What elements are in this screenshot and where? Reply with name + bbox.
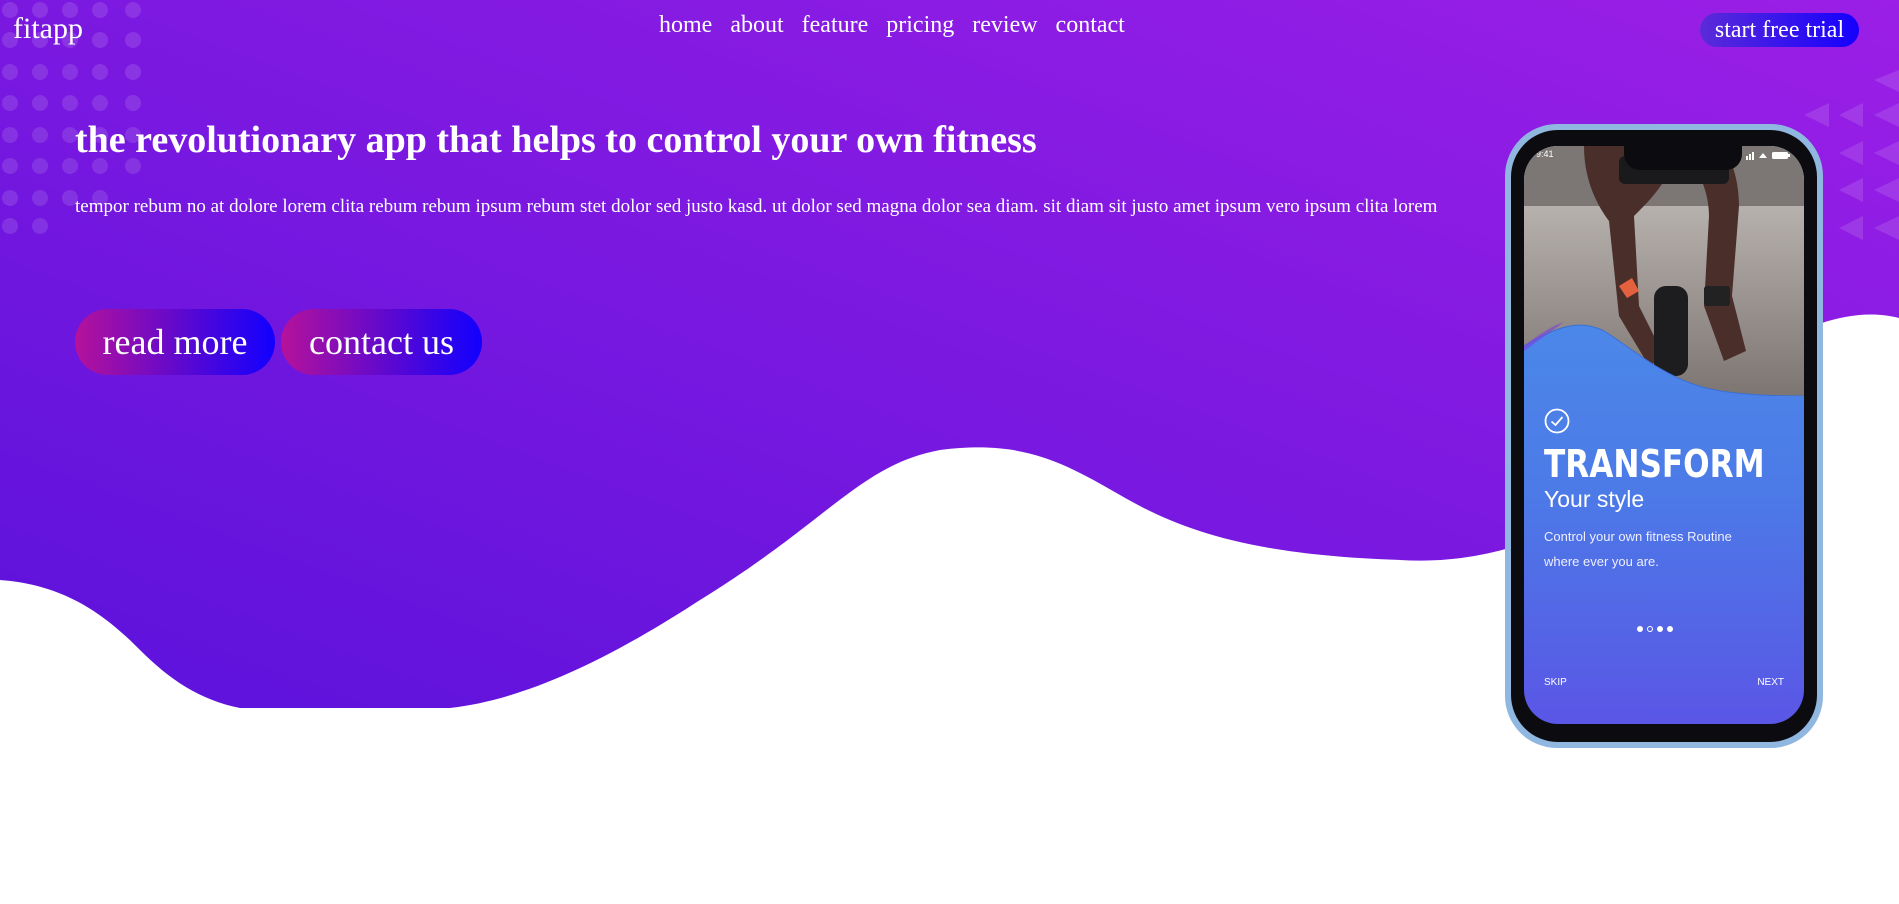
phone-notch bbox=[1624, 146, 1742, 170]
check-circle-icon bbox=[1544, 408, 1570, 434]
main-nav: home about feature pricing review contac… bbox=[659, 12, 1125, 39]
nav-review[interactable]: review bbox=[972, 12, 1037, 39]
page-dot bbox=[1647, 626, 1653, 632]
hero-headline: the revolutionary app that helps to cont… bbox=[75, 119, 1037, 161]
wifi-icon bbox=[1759, 153, 1767, 158]
status-icons bbox=[1746, 152, 1790, 160]
nav-home[interactable]: home bbox=[659, 12, 712, 39]
hero-description: tempor rebum no at dolore lorem clita re… bbox=[75, 196, 1438, 217]
nav-feature[interactable]: feature bbox=[802, 12, 869, 39]
read-more-button[interactable]: read more bbox=[75, 309, 275, 375]
next-button[interactable]: NEXT bbox=[1757, 677, 1784, 688]
onboarding-description: Control your own fitness Routine where e… bbox=[1544, 529, 1732, 569]
status-time: 9:41 bbox=[1536, 149, 1554, 159]
logo[interactable]: fitapp bbox=[13, 12, 83, 46]
nav-about[interactable]: about bbox=[730, 12, 783, 39]
onboarding-subtitle: Your style bbox=[1544, 486, 1645, 512]
workout-photo bbox=[1524, 146, 1804, 396]
page-dot bbox=[1657, 626, 1663, 632]
page-dot bbox=[1667, 626, 1673, 632]
nav-contact[interactable]: contact bbox=[1056, 12, 1125, 39]
contact-us-button[interactable]: contact us bbox=[281, 309, 482, 375]
battery-icon bbox=[1772, 152, 1788, 159]
signal-icon bbox=[1746, 156, 1748, 160]
page-indicator bbox=[1637, 626, 1673, 632]
phone-screen: 9:41 TRANSFORM Your style Control your o… bbox=[1524, 146, 1804, 724]
start-free-trial-button[interactable]: start free trial bbox=[1700, 13, 1859, 47]
onboarding-title: TRANSFORM bbox=[1544, 442, 1765, 486]
page-dot bbox=[1637, 626, 1643, 632]
phone-mockup: 9:41 TRANSFORM Your style Control your o… bbox=[1505, 124, 1823, 748]
skip-button[interactable]: SKIP bbox=[1544, 677, 1567, 688]
nav-pricing[interactable]: pricing bbox=[886, 12, 954, 39]
